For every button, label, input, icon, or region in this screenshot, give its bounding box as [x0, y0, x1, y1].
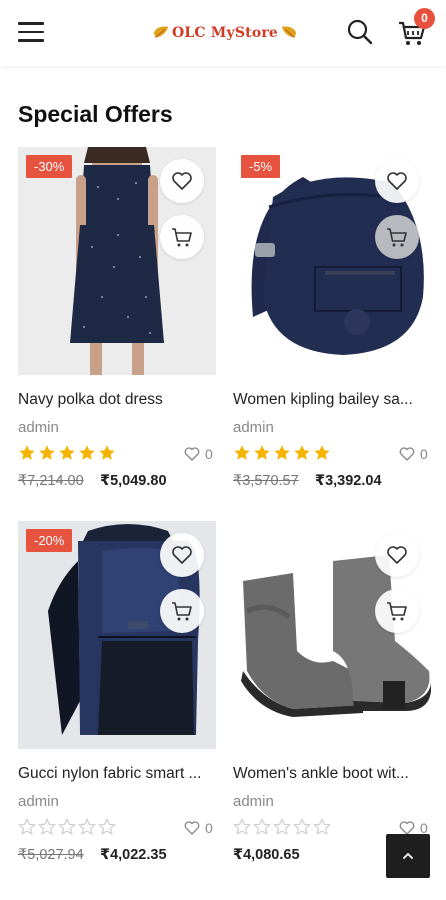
star-icon	[313, 818, 331, 835]
star-icon	[58, 818, 76, 835]
rating-stars	[18, 444, 116, 462]
add-to-cart-button[interactable]	[160, 589, 204, 633]
star-icon	[38, 818, 56, 835]
cart-add-icon	[172, 602, 192, 621]
star-icon	[78, 818, 96, 835]
rating-stars	[18, 818, 116, 836]
sale-price: ₹4,022.35	[100, 847, 167, 863]
back-to-top-button[interactable]	[386, 834, 430, 878]
wishlist-count-value: 0	[205, 446, 213, 462]
star-icon	[273, 818, 291, 835]
product-name[interactable]: Women kipling bailey sa...	[233, 391, 431, 409]
star-icon	[234, 445, 250, 460]
store-logo[interactable]: OLC MyStore	[150, 18, 300, 48]
product-author: admin	[18, 793, 59, 810]
star-icon	[99, 445, 115, 460]
star-icon	[79, 445, 95, 460]
logo-leaf-icon	[153, 26, 169, 38]
wishlist-button[interactable]	[160, 159, 204, 203]
rating-stars	[233, 818, 331, 836]
star-icon	[18, 818, 36, 835]
wishlist-count[interactable]: 0	[183, 819, 213, 837]
add-to-cart-button[interactable]	[375, 589, 419, 633]
product-name[interactable]: Navy polka dot dress	[18, 391, 216, 409]
wishlist-button[interactable]	[375, 159, 419, 203]
product-name[interactable]: Gucci nylon fabric smart ...	[18, 765, 216, 783]
discount-badge: -20%	[26, 529, 73, 552]
heart-icon	[184, 447, 200, 461]
heart-icon	[387, 172, 407, 190]
cart-count-badge: 0	[414, 8, 435, 29]
add-to-cart-button[interactable]	[160, 215, 204, 259]
rating-stars	[233, 444, 331, 462]
product-author: admin	[233, 793, 274, 810]
sale-price: ₹5,049.80	[100, 473, 167, 489]
product-author: admin	[233, 419, 274, 436]
wishlist-button[interactable]	[375, 533, 419, 577]
wishlist-button[interactable]	[160, 533, 204, 577]
star-icon	[253, 818, 271, 835]
heart-icon	[172, 172, 192, 190]
star-icon	[293, 818, 311, 835]
hamburger-icon[interactable]	[18, 22, 44, 44]
product-name[interactable]: Women's ankle boot wit...	[233, 765, 431, 783]
cart-add-icon	[387, 228, 407, 247]
old-price: ₹7,214.00	[18, 473, 84, 489]
star-icon	[314, 445, 330, 460]
chevron-up-icon	[403, 853, 413, 859]
wishlist-count-value: 0	[420, 446, 428, 462]
add-to-cart-button[interactable]	[375, 215, 419, 259]
star-icon	[294, 445, 310, 460]
wishlist-count[interactable]: 0	[183, 445, 213, 463]
heart-icon	[387, 546, 407, 564]
star-icon	[19, 445, 35, 460]
cart-add-icon	[387, 602, 407, 621]
old-price: ₹5,027.94	[18, 847, 84, 863]
star-icon	[233, 818, 251, 835]
star-icon	[39, 445, 55, 460]
logo-text: OLC MyStore	[171, 25, 279, 41]
logo-leaf-icon	[281, 26, 297, 38]
cart-add-icon	[172, 228, 192, 247]
sale-price: ₹3,392.04	[315, 473, 382, 489]
discount-badge: -30%	[26, 155, 73, 178]
search-icon[interactable]	[346, 18, 374, 46]
star-icon	[254, 445, 270, 460]
star-icon	[98, 818, 116, 835]
star-icon	[59, 445, 75, 460]
discount-badge: -5%	[241, 155, 281, 178]
wishlist-count-value: 0	[205, 820, 213, 836]
sale-price: ₹4,080.65	[233, 847, 300, 863]
star-icon	[274, 445, 290, 460]
product-author: admin	[18, 419, 59, 436]
heart-icon	[399, 447, 415, 461]
heart-icon	[184, 821, 200, 835]
heart-icon	[172, 546, 192, 564]
app-header: OLC MyStore 0	[0, 0, 446, 66]
wishlist-count[interactable]: 0	[398, 445, 428, 463]
section-title: Special Offers	[18, 101, 173, 127]
old-price: ₹3,570.57	[233, 473, 299, 489]
